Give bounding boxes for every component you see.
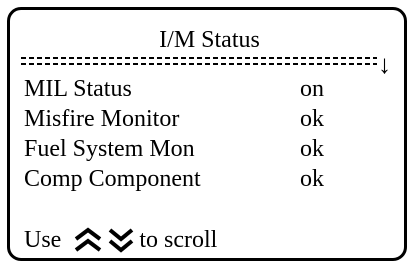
fuel-system-value: ok (300, 136, 324, 162)
list-item: Misfire Monitor ok (0, 104, 419, 134)
comp-component-value: ok (300, 166, 324, 192)
misfire-monitor-label: Misfire Monitor (24, 106, 180, 132)
mil-status-value: on (300, 76, 324, 102)
title-separator (21, 56, 377, 66)
misfire-monitor-value: ok (300, 106, 324, 132)
mil-status-label: MIL Status (24, 76, 132, 102)
double-chevron-up-icon[interactable] (73, 227, 103, 253)
scroll-hint: Use to scroll (24, 224, 217, 256)
scroll-hint-prefix: Use (24, 227, 62, 253)
scroll-hint-suffix: to scroll (139, 227, 218, 253)
list-item: Comp Component ok (0, 164, 419, 194)
page-title: I/M Status (159, 27, 260, 53)
double-chevron-down-icon[interactable] (107, 227, 135, 253)
fuel-system-label: Fuel System Mon (24, 136, 195, 162)
comp-component-label: Comp Component (24, 166, 201, 192)
list-item: Fuel System Mon ok (0, 134, 419, 164)
list-item: MIL Status on (0, 74, 419, 104)
